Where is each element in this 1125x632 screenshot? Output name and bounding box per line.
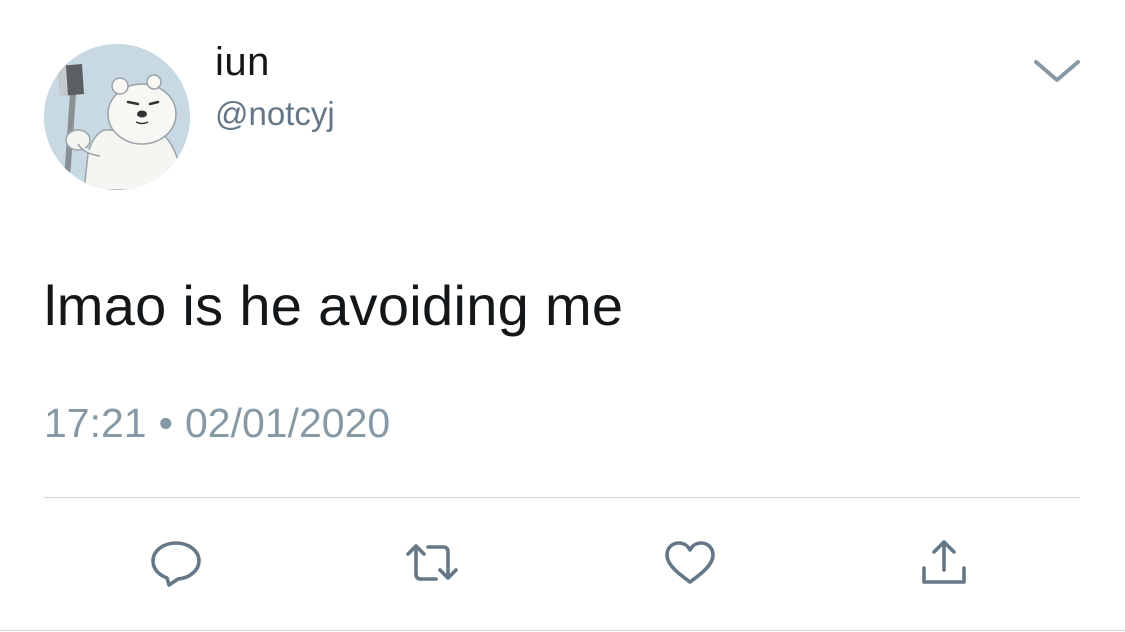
divider bbox=[44, 497, 1080, 498]
tweet: iun @notcyj lmao is he avoiding me 17:21… bbox=[0, 0, 1125, 632]
share-button[interactable] bbox=[916, 538, 972, 588]
avatar[interactable] bbox=[44, 44, 190, 190]
user-handle[interactable]: @notcyj bbox=[215, 94, 335, 134]
tweet-text: lmao is he avoiding me bbox=[44, 274, 624, 337]
tweet-time: 17:21 bbox=[44, 400, 147, 446]
like-icon bbox=[665, 541, 715, 584]
display-name[interactable]: iun bbox=[215, 38, 270, 86]
retweet-icon bbox=[406, 544, 458, 581]
chevron-down-icon[interactable] bbox=[1030, 52, 1084, 88]
reply-icon bbox=[151, 541, 201, 587]
bottom-divider bbox=[0, 630, 1125, 631]
tweet-timestamp: 17:21 • 02/01/2020 bbox=[44, 398, 390, 448]
share-icon bbox=[922, 540, 966, 584]
tweet-date: 02/01/2020 bbox=[184, 400, 391, 446]
retweet-button[interactable] bbox=[404, 538, 460, 588]
meta-separator: • bbox=[158, 400, 173, 446]
reply-button[interactable] bbox=[148, 538, 204, 588]
polar-bear-avatar-image bbox=[44, 44, 190, 190]
like-button[interactable] bbox=[662, 538, 718, 588]
